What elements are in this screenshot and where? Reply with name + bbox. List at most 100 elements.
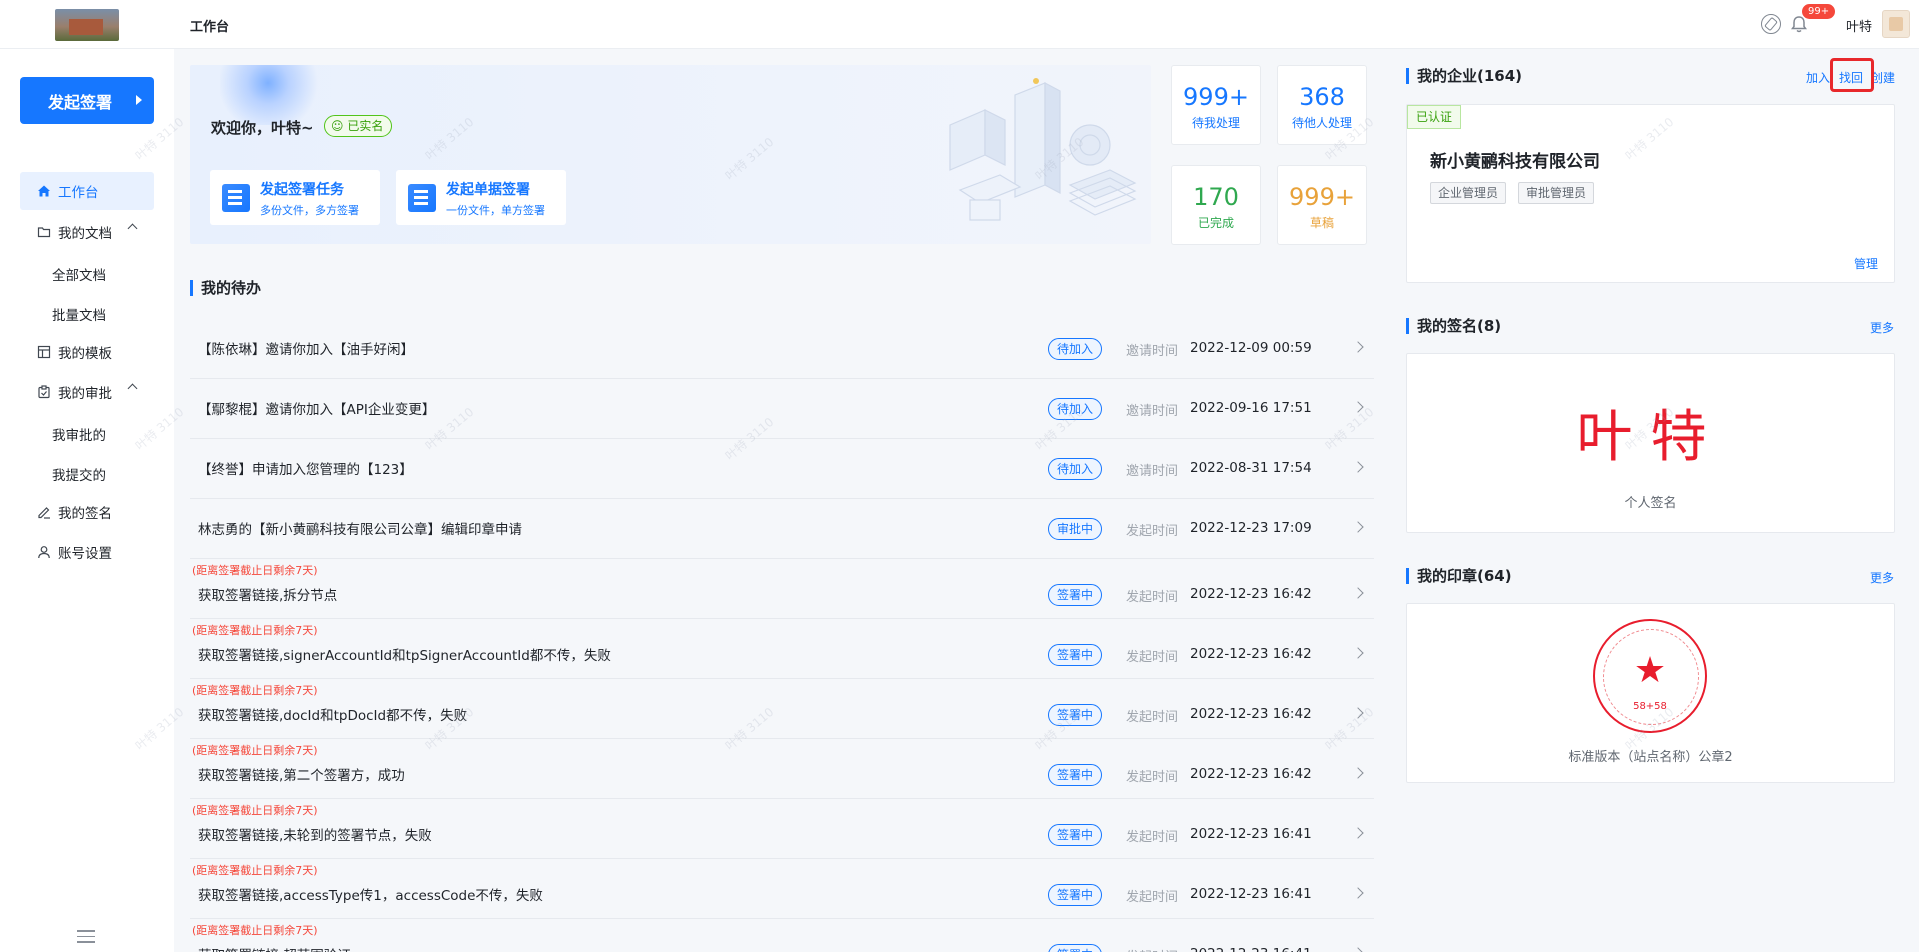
quick-card-subtitle: 多份文件，多方签署 (260, 204, 359, 217)
sidebar-item-my-approvals[interactable]: 我的审批 (20, 373, 154, 411)
verified-user-icon: ☺ (331, 119, 344, 133)
sidebar-item-my-templates[interactable]: 我的模板 (20, 333, 154, 371)
stat-label: 待他人处理 (1291, 116, 1352, 130)
sidebar-item-label: 账号设置 (58, 546, 112, 562)
chevron-right-icon[interactable] (1352, 707, 1364, 719)
todo-title-text: 获取签署链接,超范围验证 (198, 944, 351, 952)
seal-image: ★ 58+58 (1593, 619, 1707, 733)
time-value: 2022-12-23 16:41 (1190, 886, 1312, 902)
seal-caption: 标准版本（站点名称）公章2 (1568, 750, 1733, 765)
chevron-right-icon[interactable] (1352, 767, 1364, 779)
status-badge: 签署中 (1048, 584, 1103, 606)
stat-value: 999+ (1183, 83, 1249, 111)
manage-link[interactable]: 管理 (1854, 255, 1878, 272)
time-label: 邀请时间 (1126, 464, 1179, 479)
role-tag: 审批管理员 (1518, 182, 1595, 204)
chevron-right-icon[interactable] (1352, 461, 1364, 473)
start-receipt-sign-card[interactable]: 发起单据签署 一份文件，单方签署 (396, 170, 566, 225)
time-label: 发起时间 (1126, 770, 1179, 785)
avatar[interactable] (1882, 10, 1910, 38)
chevron-right-icon[interactable] (1352, 947, 1364, 952)
chevron-right-icon[interactable] (1352, 647, 1364, 659)
signature-image: 叶特 (1576, 405, 1725, 470)
time-label: 发起时间 (1126, 524, 1179, 539)
signature-card[interactable]: 叶特 个人签名 (1406, 353, 1895, 533)
time-value: 2022-12-23 16:41 (1190, 826, 1312, 842)
sidebar-item-workbench[interactable]: 工作台 (20, 172, 154, 210)
todo-row[interactable]: 【陈依琳】邀请你加入【油手好闲】 待加入 邀请时间 2022-12-09 00:59 (190, 319, 1374, 379)
join-enterprise-link[interactable]: 加入 (1806, 69, 1830, 86)
todo-row[interactable]: (距离签署截止日剩余7天) 获取签署链接,accessType传1，accessC… (190, 859, 1374, 919)
welcome-banner: 欢迎你，叶特~ ☺ 已实名 发起签署任务 多份文件，多方签署 发起单据签署 一份… (190, 65, 1151, 244)
todo-row[interactable]: (距离签署截止日剩余7天) 获取签署链接,signerAccountId和tpSi… (190, 619, 1374, 679)
sidebar-item-batch-docs[interactable]: 批量文档 (52, 304, 106, 324)
todo-title-text: 获取签署链接,未轮到的签署节点，失败 (198, 828, 432, 844)
status-badge: 待加入 (1048, 338, 1103, 360)
time-label: 发起时间 (1126, 830, 1179, 845)
sidebar-item-my-docs[interactable]: 我的文档 (20, 213, 154, 251)
chevron-right-icon[interactable] (1352, 587, 1364, 599)
quick-card-title: 发起签署任务 (260, 182, 344, 198)
todo-row[interactable]: (距离签署截止日剩余7天) 获取签署链接,未轮到的签署节点，失败 签署中 发起时间 20… (190, 799, 1374, 859)
todo-row[interactable]: (距离签署截止日剩余7天) 获取签署链接,超范围验证 签署中 发起时间 2022-12-… (190, 919, 1374, 952)
start-sign-task-card[interactable]: 发起签署任务 多份文件，多方签署 (210, 170, 380, 225)
sidebar-item-all-docs[interactable]: 全部文档 (52, 264, 106, 284)
seal-card[interactable]: ★ 58+58 标准版本（站点名称）公章2 (1406, 603, 1895, 783)
time-label: 发起时间 (1126, 890, 1179, 905)
highlight-box (1830, 58, 1874, 92)
receipt-icon (408, 184, 436, 212)
stat-completed[interactable]: 170 已完成 (1171, 165, 1261, 245)
verified-label: 已实名 (347, 119, 384, 133)
chevron-right-icon[interactable] (1352, 827, 1364, 839)
deadline-notice: (距离签署截止日剩余7天) (192, 624, 318, 637)
time-label: 发起时间 (1126, 946, 1178, 952)
enterprise-card[interactable]: 已认证 新小黄鹂科技有限公司 企业管理员 审批管理员 管理 (1406, 104, 1895, 283)
todo-row[interactable]: (距离签署截止日剩余7天) 获取签署链接,docId和tpDocId都不传，失败 签… (190, 679, 1374, 739)
stat-value: 368 (1299, 83, 1345, 111)
stat-drafts[interactable]: 999+ 草稿 (1277, 165, 1367, 245)
chevron-right-icon[interactable] (1352, 887, 1364, 899)
chevron-right-icon[interactable] (1352, 521, 1364, 533)
deadline-notice: (距离签署截止日剩余7天) (192, 684, 318, 697)
chevron-right-icon[interactable] (1352, 401, 1364, 413)
chevron-right-icon[interactable] (1352, 341, 1364, 353)
time-value: 2022-12-23 16:41 (1190, 946, 1312, 952)
deadline-notice: (距离签署截止日剩余7天) (192, 864, 318, 877)
chevron-up-icon[interactable] (127, 383, 138, 394)
signature-caption: 个人签名 (1624, 496, 1677, 511)
compass-icon[interactable] (1761, 14, 1781, 34)
stat-pending-others[interactable]: 368 待他人处理 (1277, 65, 1367, 145)
top-header: 工作台 99+ 叶特 (0, 0, 1919, 49)
user-name[interactable]: 叶特 (1846, 16, 1872, 35)
todo-row[interactable]: 【终誉】申请加入您管理的【123】 待加入 邀请时间 2022-08-31 17:54 (190, 439, 1374, 499)
folder-icon (36, 224, 52, 240)
collapse-menu-icon[interactable] (77, 930, 95, 944)
logo[interactable] (55, 9, 119, 41)
sidebar-item-label: 工作台 (58, 185, 99, 201)
status-badge: 签署中 (1048, 764, 1103, 786)
sidebar-item-my-signatures[interactable]: 我的签名 (20, 493, 154, 531)
deadline-notice: (距离签署截止日剩余7天) (192, 804, 318, 817)
todo-list: 【陈依琳】邀请你加入【油手好闲】 待加入 邀请时间 2022-12-09 00:59 【… (190, 319, 1374, 952)
signature-more-link[interactable]: 更多 (1870, 319, 1894, 336)
sidebar-item-approved-by-me[interactable]: 我审批的 (52, 424, 106, 444)
todo-title-text: 获取签署链接,accessType传1，accessCode不传，失败 (198, 888, 543, 904)
stat-pending-me[interactable]: 999+ 待我处理 (1171, 65, 1261, 145)
todo-title-text: 【终誉】申请加入您管理的【123】 (198, 462, 413, 478)
todo-title-text: 获取签署链接,signerAccountId和tpSignerAccountId… (198, 648, 611, 664)
seal-more-link[interactable]: 更多 (1870, 569, 1894, 586)
create-enterprise-link[interactable]: 创建 (1871, 69, 1895, 86)
stat-label: 已完成 (1197, 216, 1234, 230)
home-icon (36, 183, 52, 199)
todo-row[interactable]: 【鄢黎棍】邀请你加入【API企业变更】 待加入 邀请时间 2022-09-16 17:… (190, 379, 1374, 439)
sidebar-item-label: 我的签名 (58, 506, 112, 522)
todo-row[interactable]: 林志勇的【新小黄鹂科技有限公司公章】编辑印章申请 审批中 发起时间 2022-12-2… (190, 499, 1374, 559)
time-label: 发起时间 (1126, 650, 1179, 665)
start-sign-button[interactable]: 发起签署 (20, 77, 154, 124)
sidebar-item-account-settings[interactable]: 账号设置 (20, 533, 154, 571)
chevron-up-icon[interactable] (127, 223, 138, 234)
sidebar-item-submitted-by-me[interactable]: 我提交的 (52, 464, 106, 484)
todo-row[interactable]: (距离签署截止日剩余7天) 获取签署链接,第二个签署方，成功 签署中 发起时间 2022… (190, 739, 1374, 799)
todo-row[interactable]: (距离签署截止日剩余7天) 获取签署链接,拆分节点 签署中 发起时间 2022-12-2… (190, 559, 1374, 619)
user-icon (36, 544, 52, 560)
